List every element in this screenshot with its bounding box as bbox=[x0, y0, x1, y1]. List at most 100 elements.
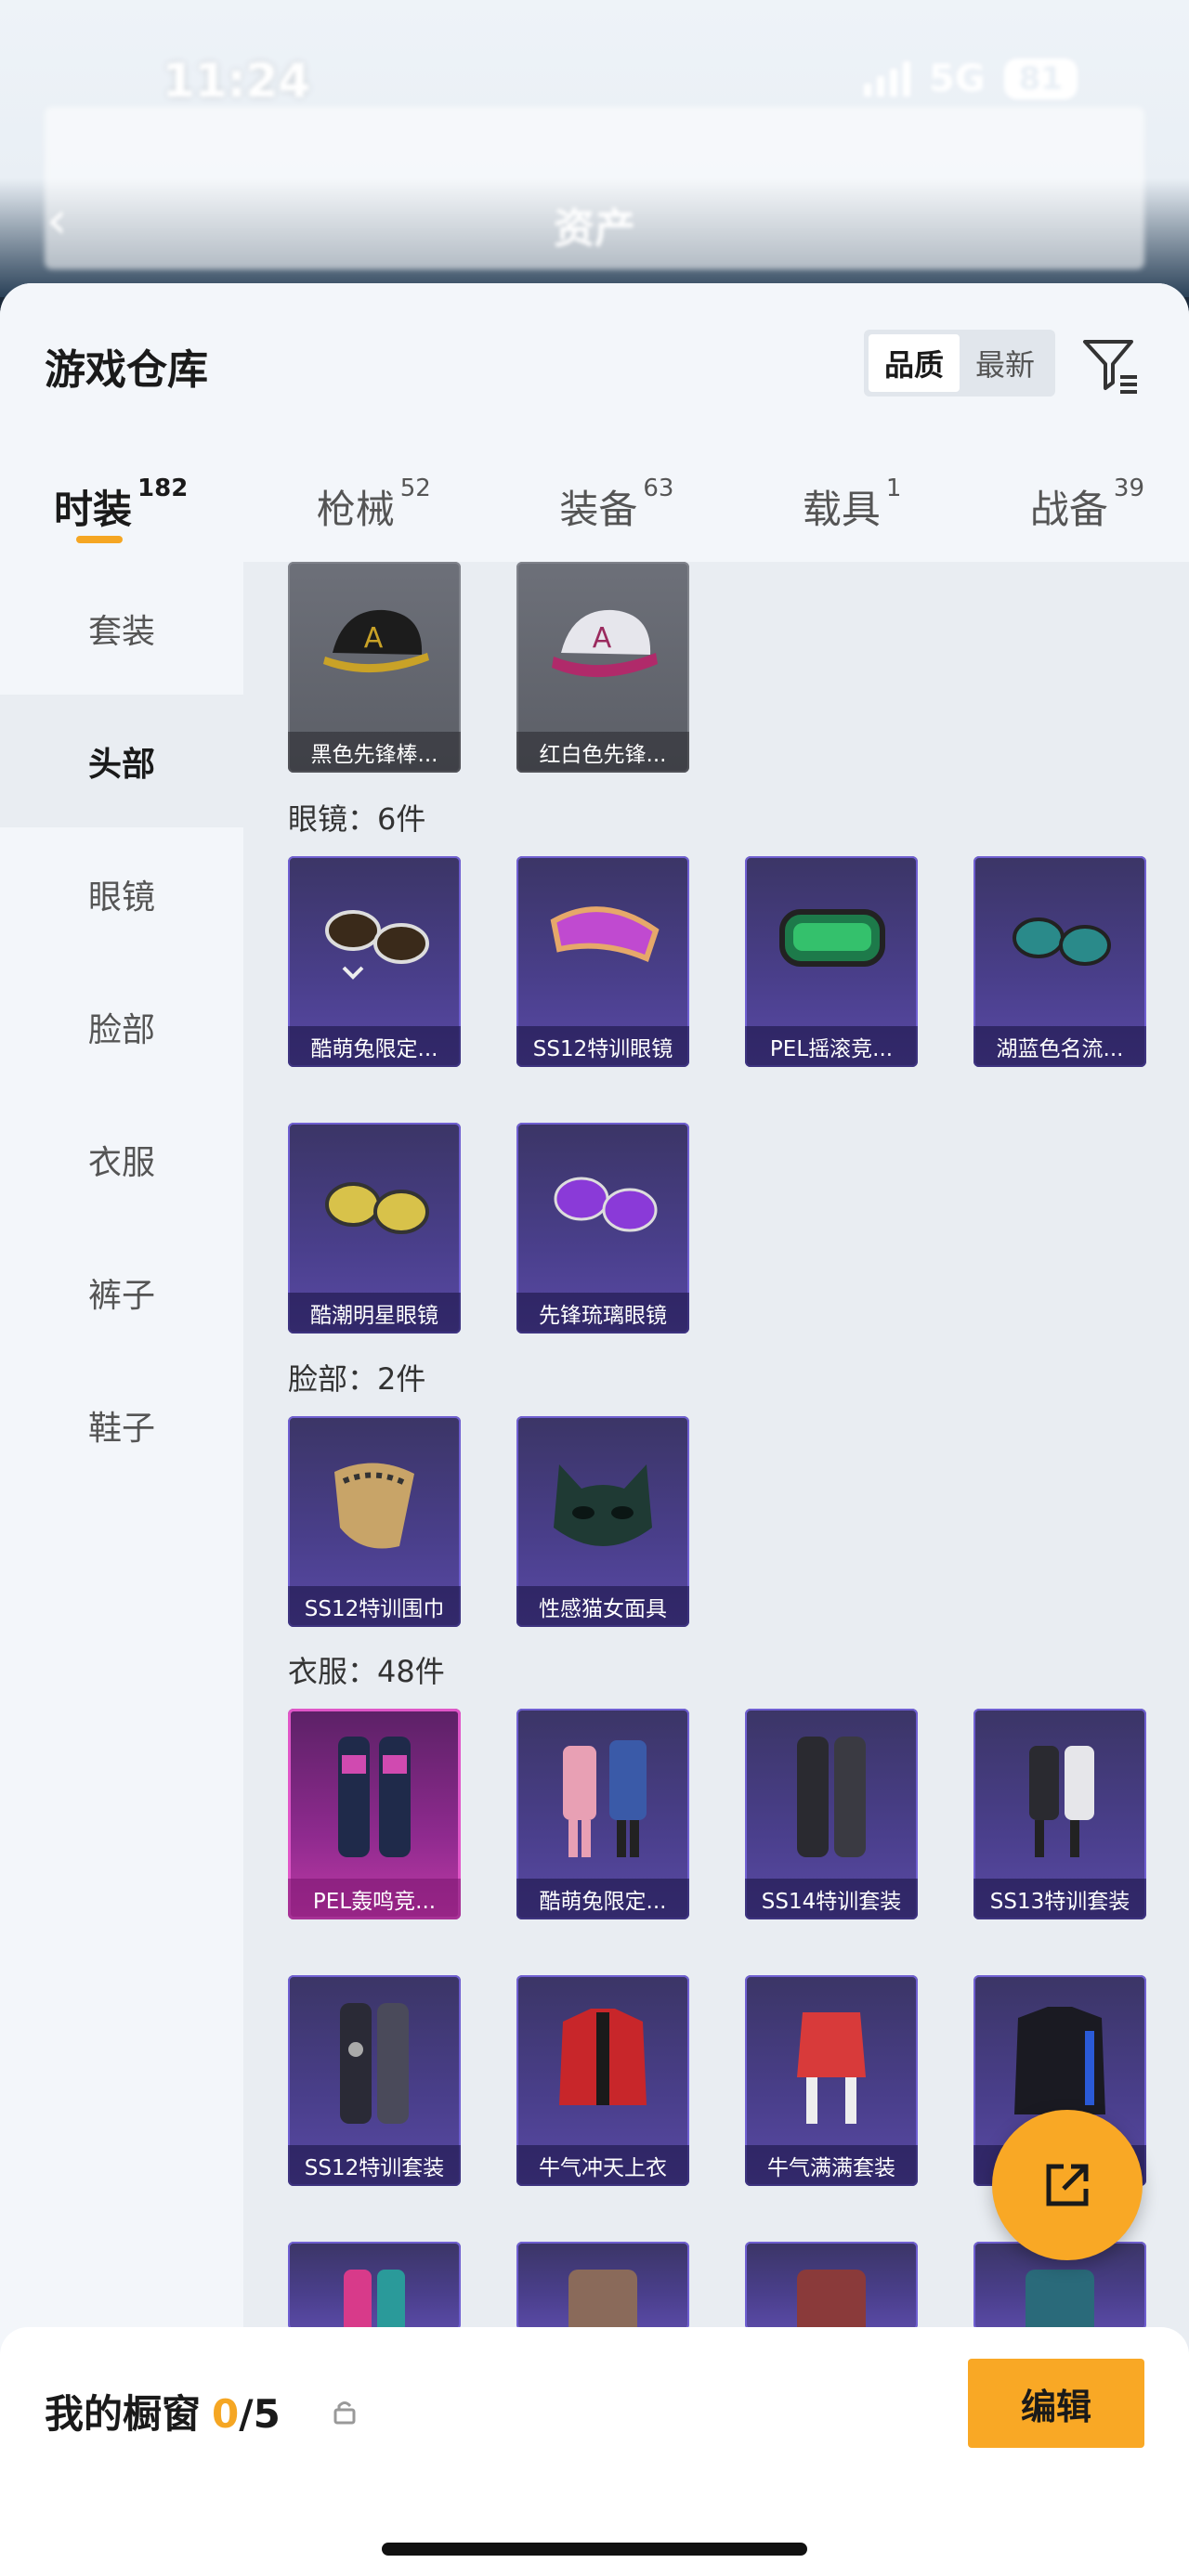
tab-equipment[interactable]: 装备 63 bbox=[559, 469, 673, 562]
showcase-count: 0/5 bbox=[212, 2391, 281, 2437]
suit-icon bbox=[338, 1737, 411, 1857]
item-name: SS13特训套装 bbox=[973, 1879, 1146, 1919]
cap-icon: A bbox=[323, 609, 429, 673]
sort-quality-button[interactable]: 品质 bbox=[869, 334, 960, 392]
showcase-title: 我的橱窗 0/5 bbox=[45, 2383, 281, 2439]
section-title-clothes: 衣服：48件 bbox=[288, 1654, 445, 1689]
sidebar-item-face[interactable]: 脸部 bbox=[0, 960, 243, 1093]
sidebar-item-glasses[interactable]: 眼镜 bbox=[0, 827, 243, 960]
edit-button[interactable]: 编辑 bbox=[968, 2359, 1144, 2448]
item-grid: A 黑色先锋棒... A 红白色先锋... 眼镜：6件 酷萌兔限定... SS1… bbox=[243, 562, 1189, 2568]
sidebar-item-clothes[interactable]: 衣服 bbox=[0, 1093, 243, 1226]
item-name: 酷萌兔限定... bbox=[288, 1026, 461, 1067]
item-card[interactable]: 湖蓝色名流... bbox=[973, 856, 1146, 1067]
sidebar-item-pants[interactable]: 裤子 bbox=[0, 1226, 243, 1359]
sidebar-item-suits[interactable]: 套装 bbox=[0, 562, 243, 695]
signal-icon bbox=[864, 61, 910, 97]
item-card[interactable]: 酷萌兔限定... bbox=[288, 856, 461, 1067]
item-name: PEL摇滚竞... bbox=[745, 1026, 918, 1067]
sort-latest-button[interactable]: 最新 bbox=[960, 334, 1051, 392]
tab-label: 载具 bbox=[802, 487, 881, 532]
showcase-current: 0 bbox=[212, 2391, 240, 2437]
section-title-face: 脸部：2件 bbox=[288, 1361, 426, 1397]
tab-label: 时装 bbox=[54, 487, 133, 532]
item-card[interactable]: SS12特训套装 bbox=[288, 1975, 461, 2186]
item-name: PEL轰鸣竞... bbox=[288, 1879, 461, 1919]
share-icon bbox=[1046, 2164, 1089, 2206]
jacket-icon bbox=[559, 2009, 647, 2105]
tab-label: 枪械 bbox=[316, 487, 395, 532]
showcase-total: /5 bbox=[239, 2391, 281, 2437]
outfit-icon bbox=[797, 2270, 866, 2330]
status-time: 11:24 bbox=[163, 54, 311, 108]
item-card[interactable]: 牛气冲天上衣 bbox=[516, 1975, 689, 2186]
item-card[interactable]: PEL摇滚竞... bbox=[745, 856, 918, 1067]
status-indicators: 5G 81 bbox=[864, 58, 1078, 100]
item-card[interactable] bbox=[288, 2242, 461, 2330]
item-card[interactable]: A 黑色先锋棒... bbox=[288, 562, 461, 773]
item-name: 酷萌兔限定... bbox=[516, 1879, 689, 1919]
item-card[interactable]: 性感猫女面具 bbox=[516, 1416, 689, 1627]
item-card[interactable]: 酷潮明星眼镜 bbox=[288, 1123, 461, 1334]
item-name: SS12特训眼镜 bbox=[516, 1026, 689, 1067]
item-card[interactable] bbox=[745, 2242, 918, 2330]
suit-icon bbox=[797, 1737, 866, 1857]
item-name: 先锋琉璃眼镜 bbox=[516, 1293, 689, 1334]
scarf-icon bbox=[334, 1463, 414, 1549]
sunglasses-icon bbox=[554, 1177, 658, 1232]
tab-label: 装备 bbox=[559, 487, 638, 532]
svg-text:A: A bbox=[593, 622, 612, 655]
item-card[interactable]: A 红白色先锋... bbox=[516, 562, 689, 773]
network-label: 5G bbox=[929, 58, 986, 100]
sidebar-item-shoes[interactable]: 鞋子 bbox=[0, 1359, 243, 1491]
tab-fashion[interactable]: 时装 182 bbox=[54, 469, 188, 562]
tab-count: 52 bbox=[399, 475, 431, 502]
item-card[interactable]: SS12特训眼镜 bbox=[516, 856, 689, 1067]
sheet-title: 游戏仓库 bbox=[45, 346, 208, 394]
outfit-icon bbox=[1029, 1746, 1094, 1857]
item-card[interactable] bbox=[516, 2242, 689, 2330]
sheet-header: 游戏仓库 品质 最新 时装 182 枪械 52 装备 63 载具 1 战备 39 bbox=[0, 283, 1189, 562]
suit-icon bbox=[340, 2003, 409, 2124]
tab-guns[interactable]: 枪械 52 bbox=[317, 469, 431, 562]
tab-count: 63 bbox=[643, 475, 674, 502]
tab-count: 182 bbox=[137, 475, 189, 502]
battery-icon: 81 bbox=[1003, 59, 1078, 99]
tab-tactical[interactable]: 战备 39 bbox=[1030, 469, 1144, 562]
goggles-icon bbox=[550, 906, 660, 963]
item-card[interactable]: SS13特训套装 bbox=[973, 1709, 1146, 1919]
item-name: 性感猫女面具 bbox=[516, 1586, 689, 1627]
svg-text:A: A bbox=[364, 622, 384, 655]
item-name: 湖蓝色名流... bbox=[973, 1026, 1146, 1067]
item-name: SS12特训围巾 bbox=[288, 1586, 461, 1627]
mask-icon bbox=[554, 1464, 652, 1546]
share-button[interactable] bbox=[992, 2110, 1143, 2260]
outfit-icon bbox=[344, 2270, 405, 2330]
filter-icon[interactable] bbox=[1079, 334, 1141, 396]
item-name: SS14特训套装 bbox=[745, 1879, 918, 1919]
goggles-icon bbox=[779, 909, 885, 967]
tab-vehicles[interactable]: 载具 1 bbox=[803, 469, 902, 562]
item-name: 牛气满满套装 bbox=[745, 2145, 918, 2186]
item-card[interactable]: 酷萌兔限定... bbox=[516, 1709, 689, 1919]
section-title-glasses: 眼镜：6件 bbox=[288, 801, 426, 837]
sidebar-item-head[interactable]: 头部 bbox=[0, 695, 243, 827]
item-card[interactable]: SS14特训套装 bbox=[745, 1709, 918, 1919]
showcase-label: 我的橱窗 bbox=[45, 2391, 202, 2437]
showcase-bar: 我的橱窗 0/5 编辑 bbox=[0, 2327, 1189, 2576]
lock-icon bbox=[333, 2401, 356, 2425]
tab-label: 战备 bbox=[1029, 487, 1108, 532]
item-name: 牛气冲天上衣 bbox=[516, 2145, 689, 2186]
item-name: SS12特训套装 bbox=[288, 2145, 461, 2186]
item-card[interactable]: SS12特训围巾 bbox=[288, 1416, 461, 1627]
item-card[interactable]: 牛气满满套装 bbox=[745, 1975, 918, 2186]
item-card[interactable]: 先锋琉璃眼镜 bbox=[516, 1123, 689, 1334]
item-card[interactable]: PEL轰鸣竞... bbox=[288, 1709, 461, 1919]
glasses-icon bbox=[325, 910, 429, 980]
sort-toggle: 品质 最新 bbox=[864, 330, 1055, 397]
sunglasses-icon bbox=[1013, 917, 1111, 966]
tab-count: 1 bbox=[885, 475, 902, 502]
home-indicator[interactable] bbox=[382, 2543, 807, 2556]
outfit-icon bbox=[568, 2270, 637, 2330]
outfit-icon bbox=[563, 1740, 647, 1857]
